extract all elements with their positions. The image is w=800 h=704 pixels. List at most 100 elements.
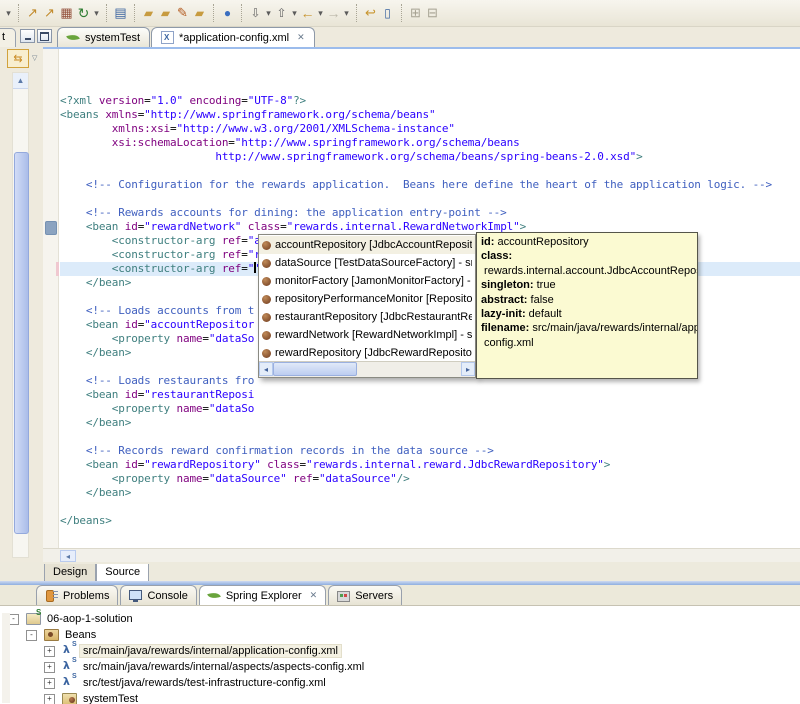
servers-icon bbox=[337, 589, 351, 602]
completion-popup-hscrollbar[interactable]: ◂ ▸ bbox=[259, 361, 475, 377]
tab-design[interactable]: Design bbox=[44, 564, 97, 582]
editor-hscrollbar[interactable]: ◂ bbox=[43, 548, 800, 563]
brush-icon[interactable]: ✎ bbox=[174, 4, 191, 22]
tooltip-field-value: config.xml bbox=[481, 336, 534, 349]
tooltip-row: filename: src/main/java/rewards/internal… bbox=[481, 321, 697, 335]
collapse-expander-icon[interactable]: - bbox=[8, 614, 19, 625]
tree-row[interactable]: + systemTest bbox=[0, 691, 800, 704]
code-line[interactable]: <?xml version="1.0" encoding="UTF-8"?> bbox=[60, 94, 800, 108]
wizard-icon-a[interactable]: ↗ bbox=[24, 4, 41, 22]
scroll-left-icon[interactable]: ◂ bbox=[60, 550, 76, 562]
minimize-button[interactable] bbox=[20, 29, 35, 43]
dropdown-caret[interactable]: ▾ bbox=[316, 4, 325, 22]
editor-tab[interactable]: *application-config.xml ✕ bbox=[151, 27, 315, 47]
current-line-gutter-marker bbox=[45, 221, 57, 235]
collapse-all-icon[interactable]: ⊟ bbox=[424, 4, 441, 22]
bookmark-icon[interactable]: ▯ bbox=[379, 4, 396, 22]
javadoc-icon[interactable]: ▤ bbox=[112, 4, 129, 22]
scroll-right-icon[interactable]: ▸ bbox=[461, 362, 475, 376]
code-line[interactable] bbox=[60, 430, 800, 444]
last-edit-icon[interactable]: ↩ bbox=[362, 4, 379, 22]
expand-expander-icon[interactable]: + bbox=[44, 646, 55, 657]
code-line[interactable]: </bean> bbox=[60, 416, 800, 430]
java-package-icon[interactable]: ▦ bbox=[58, 4, 75, 22]
code-line[interactable]: <!-- Rewards accounts for dining: the ap… bbox=[60, 206, 800, 220]
dropdown-caret[interactable]: ▾ bbox=[92, 4, 101, 22]
code-line[interactable]: </bean> bbox=[60, 486, 800, 500]
forward-icon[interactable]: → bbox=[325, 4, 342, 22]
completion-item[interactable]: restaurantRepository [JdbcRestaurantRepo… bbox=[259, 308, 475, 326]
wizard-icon-b[interactable]: ↗ bbox=[41, 4, 58, 22]
code-line[interactable] bbox=[60, 192, 800, 206]
view-tab-spring-explorer[interactable]: Spring Explorer ✕ bbox=[198, 585, 327, 605]
code-line[interactable]: xsi:schemaLocation="http://www.springfra… bbox=[60, 136, 800, 150]
collapse-expander-icon[interactable]: - bbox=[26, 630, 37, 641]
completion-item[interactable]: dataSource [TestDataSourceFactory] - src… bbox=[259, 254, 475, 272]
tree-label: src/main/java/rewards/internal/aspects/a… bbox=[83, 661, 365, 673]
code-line[interactable] bbox=[60, 164, 800, 178]
spring-explorer-tree[interactable]: -06-aop-1-solution-Beans+src/main/java/r… bbox=[0, 605, 800, 704]
close-icon[interactable]: ✕ bbox=[297, 32, 305, 43]
close-icon[interactable]: ✕ bbox=[310, 590, 318, 601]
code-line[interactable]: <!-- Configuration for the rewards appli… bbox=[60, 178, 800, 192]
code-line[interactable] bbox=[60, 500, 800, 514]
prev-annotation-icon[interactable]: ⇧ bbox=[273, 4, 290, 22]
code-line[interactable]: <property name="dataSo bbox=[60, 402, 800, 416]
tooltip-field-label: abstract: bbox=[481, 293, 528, 306]
browser-icon[interactable]: ● bbox=[219, 4, 236, 22]
tree-row[interactable]: - 06-aop-1-solution bbox=[0, 609, 800, 627]
code-line[interactable]: <!-- Records reward confirmation records… bbox=[60, 444, 800, 458]
maximize-button[interactable] bbox=[37, 29, 52, 43]
expand-expander-icon[interactable]: + bbox=[44, 662, 55, 673]
dropdown-caret[interactable]: ▾ bbox=[264, 4, 273, 22]
collapsed-left-panel: ⇆ ▽ ▲ bbox=[0, 47, 44, 562]
bean-icon bbox=[262, 258, 271, 268]
editor-tab[interactable]: systemTest bbox=[57, 27, 151, 47]
dropdown-caret[interactable]: ▾ bbox=[4, 4, 13, 22]
spring-config-icon bbox=[62, 673, 80, 688]
code-line[interactable]: xmlns:xsi="http://www.w3.org/2001/XMLSch… bbox=[60, 122, 800, 136]
expand-expander-icon[interactable]: + bbox=[44, 678, 55, 689]
tree-row[interactable]: + src/main/java/rewards/internal/applicat… bbox=[0, 641, 800, 659]
scroll-up-icon[interactable]: ▲ bbox=[13, 73, 28, 89]
code-line[interactable]: <bean id="restaurantReposi bbox=[60, 388, 800, 402]
tooltip-field-value: true bbox=[533, 279, 556, 292]
link-with-editor-button[interactable]: ⇆ bbox=[7, 48, 29, 68]
next-annotation-icon[interactable]: ⇩ bbox=[247, 4, 264, 22]
dropdown-caret[interactable]: ▾ bbox=[342, 4, 351, 22]
tooltip-row: id: accountRepository bbox=[481, 235, 693, 249]
completion-item[interactable]: rewardRepository [JdbcRewardRepository] … bbox=[259, 344, 475, 362]
refresh-icon[interactable]: ↻ bbox=[75, 4, 92, 22]
tab-source[interactable]: Source bbox=[96, 564, 150, 582]
view-menu-caret-icon[interactable]: ▽ bbox=[32, 54, 37, 62]
collapsed-view-tab[interactable]: t bbox=[0, 28, 16, 47]
tree-row[interactable]: - Beans bbox=[0, 627, 800, 643]
completion-item[interactable]: monitorFactory [JamonMonitorFactory] - s… bbox=[259, 272, 475, 290]
code-line[interactable]: </beans> bbox=[60, 514, 800, 528]
completion-label: monitorFactory [JamonMonitorFactory] - s… bbox=[275, 275, 472, 287]
back-icon[interactable]: ← bbox=[299, 4, 316, 22]
dropdown-caret[interactable]: ▾ bbox=[290, 4, 299, 22]
tree-row[interactable]: + src/test/java/rewards/test-infrastructu… bbox=[0, 673, 800, 691]
view-tab-servers[interactable]: Servers bbox=[328, 585, 403, 605]
scrollbar-thumb[interactable] bbox=[273, 362, 357, 376]
view-tab-console[interactable]: Console bbox=[120, 585, 197, 605]
completion-item[interactable]: rewardNetwork [RewardNetworkImpl] - src/… bbox=[259, 326, 475, 344]
import-icon[interactable]: ▰ bbox=[140, 4, 157, 22]
export-icon[interactable]: ▰ bbox=[157, 4, 174, 22]
view-tab-problems[interactable]: Problems bbox=[36, 585, 119, 605]
toolbar-separator bbox=[134, 4, 135, 22]
code-line[interactable]: <bean id="rewardRepository" class="rewar… bbox=[60, 458, 800, 472]
code-line[interactable]: <beans xmlns="http://www.springframework… bbox=[60, 108, 800, 122]
folder-icon[interactable]: ▰ bbox=[191, 4, 208, 22]
expand-all-icon[interactable]: ⊞ bbox=[407, 4, 424, 22]
left-panel-scrollbar[interactable]: ▲ bbox=[12, 72, 29, 558]
code-line[interactable]: http://www.springframework.org/schema/be… bbox=[60, 150, 800, 164]
scroll-left-icon[interactable]: ◂ bbox=[259, 362, 273, 376]
completion-item[interactable]: repositoryPerformanceMonitor [Repository… bbox=[259, 290, 475, 308]
completion-item[interactable]: accountRepository [JdbcAccountRepository… bbox=[259, 236, 475, 254]
code-line[interactable]: <property name="dataSource" ref="dataSou… bbox=[60, 472, 800, 486]
tree-row[interactable]: + src/main/java/rewards/internal/aspects/… bbox=[0, 657, 800, 675]
scrollbar-thumb[interactable] bbox=[14, 152, 29, 534]
expand-expander-icon[interactable]: + bbox=[44, 694, 55, 704]
